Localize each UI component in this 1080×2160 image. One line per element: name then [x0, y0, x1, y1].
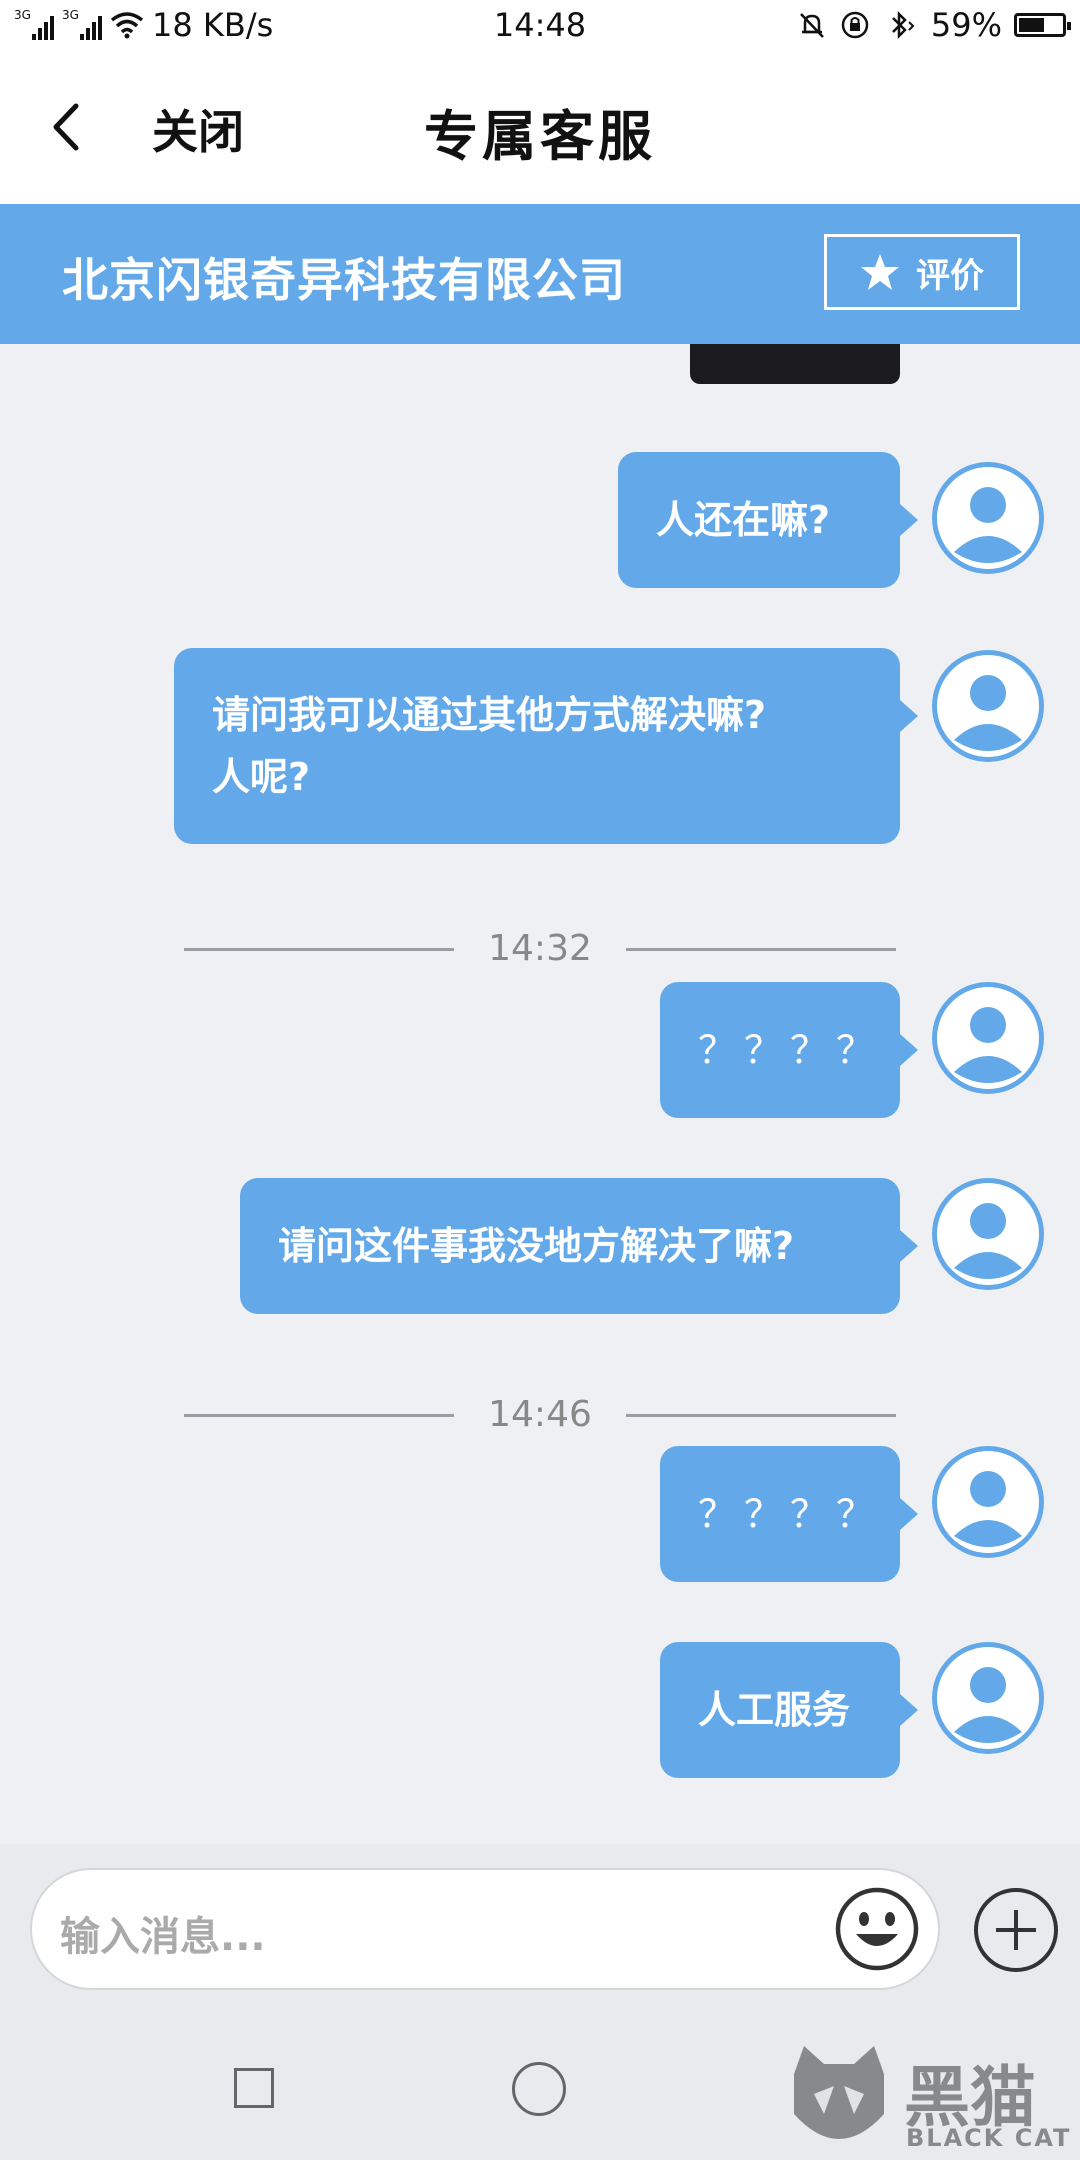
add-icon[interactable]	[972, 1886, 1060, 1974]
divider	[626, 1414, 896, 1417]
message-text: 人呢?	[212, 755, 311, 799]
message-text: ？？？？	[698, 1028, 883, 1072]
bluetooth-icon	[891, 10, 915, 40]
divider	[626, 948, 896, 951]
message-row: 人工服务	[0, 1642, 1080, 1778]
company-bar: 北京闪银奇异科技有限公司 评价	[0, 204, 1080, 344]
message-row: 人还在嘛?	[0, 452, 1080, 588]
rate-label: 评价	[916, 255, 984, 296]
user-avatar-icon[interactable]	[932, 650, 1044, 762]
user-avatar-icon[interactable]	[932, 1178, 1044, 1290]
cat-logo-icon	[794, 2046, 884, 2139]
message-bubble[interactable]: ？？？？	[660, 982, 918, 1118]
watermark: 黑猫 BLACK CAT	[784, 2044, 1074, 2160]
star-icon	[861, 254, 899, 290]
rotation-lock-icon	[841, 11, 869, 39]
input-area: 输入消息...	[0, 1844, 1080, 2024]
emoji-icon[interactable]	[834, 1886, 920, 1972]
message-text: 人工服务	[698, 1688, 851, 1732]
message-row: ？？？？	[0, 1446, 1080, 1582]
time-separator: 14:46	[0, 1384, 1080, 1444]
recent-apps-icon[interactable]	[234, 2068, 274, 2108]
message-bubble[interactable]: 请问我可以通过其他方式解决嘛? 人呢?	[174, 648, 918, 844]
input-placeholder: 输入消息...	[60, 1914, 266, 1960]
user-avatar-icon[interactable]	[932, 1446, 1044, 1558]
chat-area[interactable]: 人还在嘛? 请问我可以通过其他方式解决嘛? 人呢? 14:32 ？？？？ 请问这…	[0, 344, 1080, 1844]
message-text: ？？？？	[698, 1492, 883, 1536]
message-text: 请问这件事我没地方解决了嘛?	[278, 1224, 795, 1268]
mute-bell-icon	[799, 13, 824, 38]
message-input[interactable]: 输入消息...	[30, 1868, 940, 1990]
image-message[interactable]	[690, 344, 900, 384]
message-row: ？？？？	[0, 982, 1080, 1118]
time-label: 14:32	[488, 928, 592, 969]
battery-percent: 59%	[930, 6, 1002, 44]
home-icon[interactable]	[512, 2062, 566, 2116]
message-row: 请问我可以通过其他方式解决嘛? 人呢?	[0, 648, 1080, 844]
page-title: 专属客服	[424, 105, 656, 168]
battery-icon	[1014, 13, 1071, 37]
rate-button[interactable]: 评价	[824, 234, 1020, 310]
title-bar: 关闭 专属客服	[0, 52, 1080, 204]
user-avatar-icon[interactable]	[932, 1642, 1044, 1754]
status-bar: 3G 3G 18 KB/s 14:48 59%	[0, 0, 1080, 52]
company-name: 北京闪银奇异科技有限公司	[62, 253, 626, 307]
message-bubble[interactable]: 人还在嘛?	[618, 452, 918, 588]
message-bubble[interactable]: 请问这件事我没地方解决了嘛?	[240, 1178, 918, 1314]
message-text: 请问我可以通过其他方式解决嘛?	[212, 693, 767, 737]
navigation-bar: 黑猫 BLACK CAT	[0, 2024, 1080, 2160]
time-label: 14:46	[488, 1394, 592, 1435]
user-avatar-icon[interactable]	[932, 982, 1044, 1094]
message-bubble[interactable]: ？？？？	[660, 1446, 918, 1582]
user-avatar-icon[interactable]	[932, 462, 1044, 574]
message-row: 请问这件事我没地方解决了嘛?	[0, 1178, 1080, 1314]
watermark-en: BLACK CAT	[906, 2124, 1072, 2152]
time-separator: 14:32	[0, 918, 1080, 978]
message-bubble[interactable]: 人工服务	[660, 1642, 918, 1778]
message-text: 人还在嘛?	[656, 498, 831, 542]
